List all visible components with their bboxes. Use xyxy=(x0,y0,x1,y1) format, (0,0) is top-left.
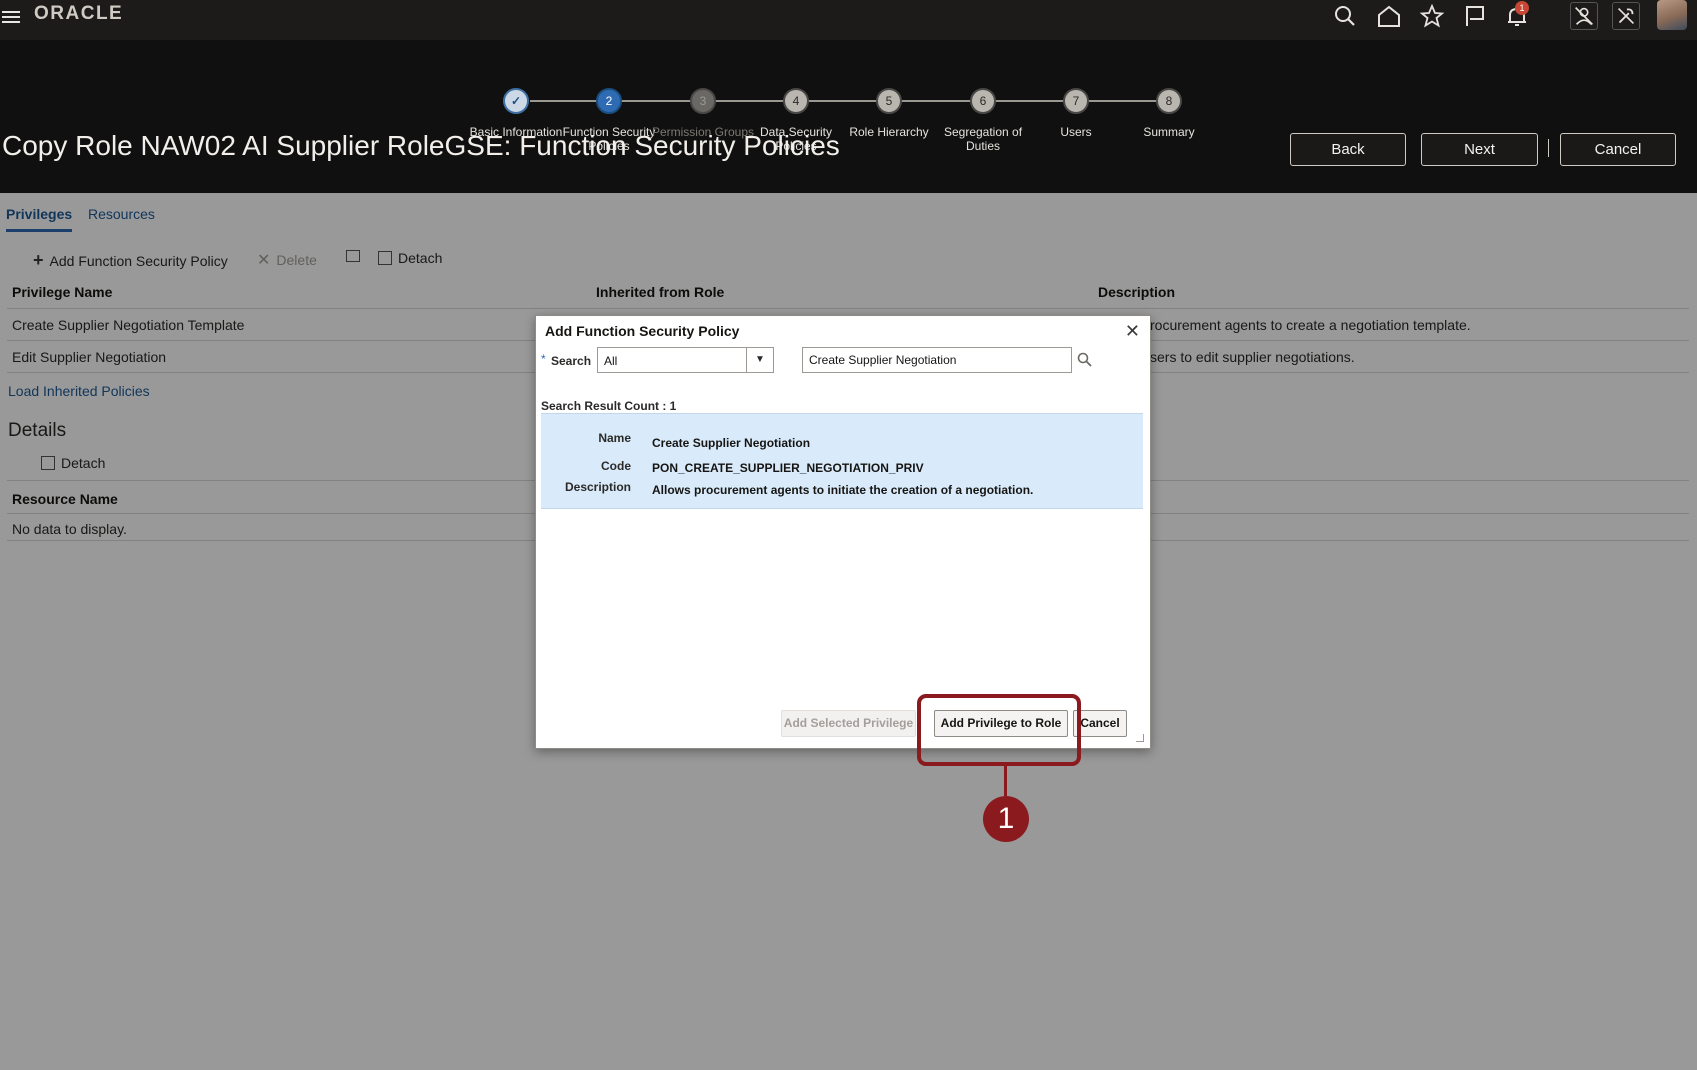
search-icon[interactable] xyxy=(1331,2,1359,30)
result-code: PON_CREATE_SUPPLIER_NEGOTIATION_PRIV xyxy=(652,461,924,475)
result-name-label: Name xyxy=(598,431,631,445)
menu-icon[interactable] xyxy=(2,8,20,26)
oracle-logo: ORACLE xyxy=(34,3,124,24)
result-description-label: Description xyxy=(564,480,631,494)
search-input[interactable] xyxy=(802,347,1072,373)
cancel-button[interactable]: Cancel xyxy=(1560,133,1676,166)
back-button[interactable]: Back xyxy=(1290,133,1406,166)
dialog-cancel-button[interactable]: Cancel xyxy=(1073,710,1127,737)
add-function-security-policy-dialog: Add Function Security Policy ✕ * Search … xyxy=(535,315,1151,749)
callout-pointer xyxy=(1004,766,1007,796)
chevron-down-icon[interactable]: ▼ xyxy=(746,348,773,372)
train-step-1[interactable]: ✓ xyxy=(503,88,529,114)
train-step-4[interactable]: 4 xyxy=(783,88,809,114)
train-step-7[interactable]: 7 xyxy=(1063,88,1089,114)
result-description: Allows procurement agents to initiate th… xyxy=(652,483,1034,497)
train-step-6[interactable]: 6 xyxy=(970,88,996,114)
add-selected-privilege-button: Add Selected Privilege xyxy=(781,710,916,737)
train-step-label[interactable]: Summary xyxy=(1114,125,1224,139)
search-type-value: All xyxy=(604,354,618,368)
dialog-title: Add Function Security Policy xyxy=(545,323,740,339)
callout-number: 1 xyxy=(983,796,1029,842)
flag-icon[interactable] xyxy=(1461,2,1489,30)
required-icon: * xyxy=(541,352,546,366)
callout-highlight xyxy=(917,694,1081,766)
global-header: ORACLE 1 xyxy=(0,0,1697,40)
next-button[interactable]: Next xyxy=(1421,133,1538,166)
notification-badge: 1 xyxy=(1515,1,1529,15)
search-result-count: Search Result Count : 1 xyxy=(541,399,677,413)
search-icon[interactable] xyxy=(1076,351,1094,369)
train-step-8[interactable]: 8 xyxy=(1156,88,1182,114)
star-icon[interactable] xyxy=(1418,2,1446,30)
home-icon[interactable] xyxy=(1375,2,1403,30)
train-step-5[interactable]: 5 xyxy=(876,88,902,114)
close-icon[interactable]: ✕ xyxy=(1125,321,1140,342)
search-type-select[interactable]: All ▼ xyxy=(597,347,774,373)
result-name: Create Supplier Negotiation xyxy=(652,436,811,450)
search-result-row[interactable]: Name Create Supplier Negotiation Code PO… xyxy=(541,413,1143,509)
avatar[interactable] xyxy=(1657,0,1687,30)
page-header: ✓ 2 3 4 5 6 7 8 Basic Information Functi… xyxy=(0,40,1697,193)
page-title: Copy Role NAW02 AI Supplier RoleGSE: Fun… xyxy=(2,130,840,161)
resize-handle[interactable] xyxy=(1136,734,1144,742)
train-step-3: 3 xyxy=(690,88,716,114)
result-code-label: Code xyxy=(601,459,631,473)
button-separator xyxy=(1548,139,1549,157)
tools-icon[interactable] xyxy=(1612,2,1640,30)
search-label: Search xyxy=(551,354,592,368)
train-step-2[interactable]: 2 xyxy=(596,88,622,114)
user-slash-icon[interactable] xyxy=(1570,2,1598,30)
